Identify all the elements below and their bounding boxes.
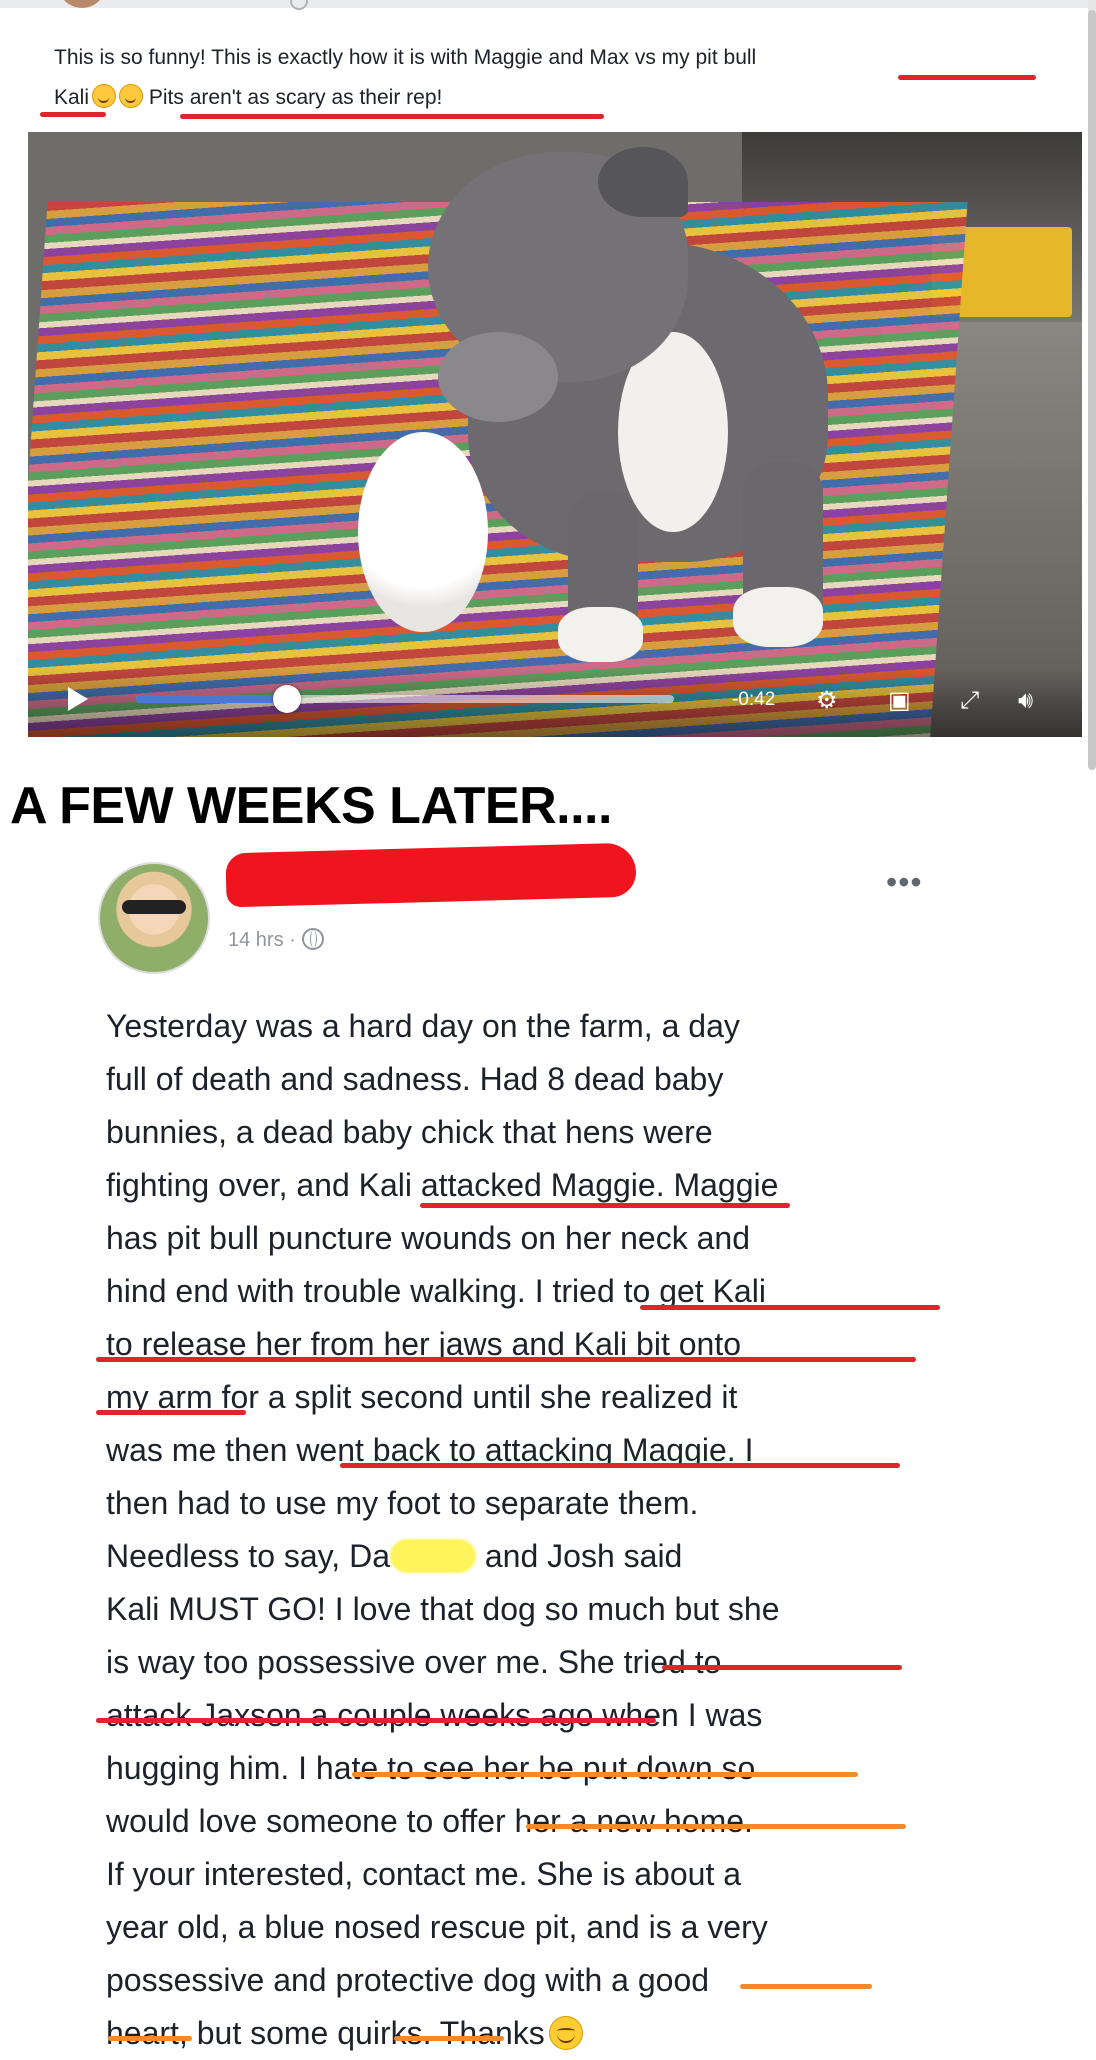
post-body-line: was me then went back to attacking Maggi… (106, 1432, 754, 1468)
video-progress-fill (136, 695, 287, 703)
post-body-line: year old, a blue nosed rescue pit, and i… (106, 1909, 768, 1945)
post-body-line: Kali MUST GO! I love that dog so much bu… (106, 1591, 780, 1627)
video-chick (358, 432, 488, 632)
post-body-line: hugging him. I hate to see her be put do… (106, 1750, 756, 1786)
video-player[interactable]: -0:42 ⚙ ▣ ⤢ 🔊︎ (28, 132, 1082, 737)
post-body-fragment: heart, but some quirks. Thanks (106, 2015, 545, 2051)
video-dog-paw (558, 607, 643, 662)
video-dog-paw (733, 587, 823, 647)
highlight-underline (740, 1984, 872, 1989)
scrollbar[interactable] (1088, 0, 1096, 770)
globe-icon (301, 928, 324, 950)
post-body-line: has pit bull puncture wounds on her neck… (106, 1220, 750, 1256)
post-body-line: Needless to say, Da and Josh said (106, 1530, 1066, 1583)
globe-icon (290, 0, 308, 10)
post-body-line: bunnies, a dead baby chick that hens wer… (106, 1114, 713, 1150)
video-dog-ear (598, 147, 688, 217)
previous-post-header-strip (0, 0, 1096, 8)
post-timestamp[interactable]: 14 hrs · (228, 928, 324, 952)
laughing-emoji-icon (119, 84, 144, 108)
scrollbar-thumb[interactable] (1088, 10, 1096, 770)
highlight-underline (40, 112, 106, 117)
highlight-underline (340, 1463, 900, 1468)
video-progress-handle[interactable] (272, 685, 301, 713)
poster-avatar[interactable] (98, 862, 210, 974)
post-body-line: heart, but some quirks. Thanks (106, 2007, 1066, 2060)
post-text-line: Kali Pits aren't as scary as their rep! (54, 78, 1054, 118)
smiling-emoji-icon (548, 2016, 583, 2050)
timestamp-text: 14 hrs (228, 929, 284, 951)
video-time-remaining: -0:42 (732, 689, 776, 710)
volume-icon[interactable]: 🔊︎ (1018, 687, 1033, 715)
redacted-poster-name (225, 842, 637, 908)
play-icon[interactable] (68, 687, 88, 711)
highlight-underline (898, 75, 1036, 80)
highlight-underline (394, 2036, 504, 2041)
timestamp-separator: · (289, 929, 296, 951)
share-icon[interactable]: ▣ (888, 687, 911, 715)
highlight-underline (640, 1305, 940, 1310)
meme-headline: A FEW WEEKS LATER.... (10, 777, 612, 835)
post-body-line: my arm for a split second until she real… (106, 1379, 738, 1415)
post-body-line: possessive and protective dog with a goo… (106, 1962, 710, 1998)
video-dog-muzzle (438, 332, 558, 422)
post-body-fragment: and Josh said (484, 1538, 683, 1574)
highlight-underline (96, 1357, 916, 1362)
laughing-emoji-icon (92, 84, 117, 108)
post-body-line: hind end with trouble walking. I tried t… (106, 1273, 766, 1309)
highlight-underline (108, 2036, 192, 2041)
highlight-underline (180, 114, 604, 119)
highlight-underline (526, 1824, 906, 1829)
post-text-fragment: Pits aren't as scary as their rep! (148, 86, 443, 109)
post-body-line: is way too possessive over me. She tried… (106, 1644, 722, 1680)
post-body-line: then had to use my foot to separate them… (106, 1485, 699, 1521)
post-body-fragment: Needless to say, Da (106, 1538, 390, 1574)
highlight-underline (662, 1665, 902, 1670)
post-body-line: to release her from her jaws and Kali bi… (106, 1326, 741, 1362)
post-text-fragment: Kali (54, 86, 90, 109)
video-progress-bar[interactable] (136, 685, 674, 713)
post-body-line: attack Jaxson a couple weeks ago when I … (106, 1697, 763, 1733)
post-body-line: would love someone to offer her a new ho… (106, 1803, 753, 1839)
post-body-line: If your interested, contact me. She is a… (106, 1856, 742, 1892)
post-body-line: full of death and sadness. Had 8 dead ba… (106, 1061, 724, 1097)
gear-icon[interactable]: ⚙ (816, 687, 838, 715)
post-body-line: Yesterday was a hard day on the farm, a … (106, 1008, 740, 1044)
expand-icon[interactable]: ⤢ (960, 687, 979, 715)
post-body: Yesterday was a hard day on the farm, a … (106, 1000, 1066, 2060)
more-options-button[interactable]: ••• (886, 864, 923, 901)
highlight-underline (420, 1203, 790, 1208)
highlight-underline (352, 1772, 858, 1777)
video-controls: -0:42 ⚙ ▣ ⤢ 🔊︎ (28, 667, 1082, 737)
redacted-name (389, 1539, 476, 1573)
highlight-underline (96, 1410, 246, 1415)
highlight-underline (96, 1718, 656, 1723)
post-text-line: This is so funny! This is exactly how it… (54, 46, 757, 69)
